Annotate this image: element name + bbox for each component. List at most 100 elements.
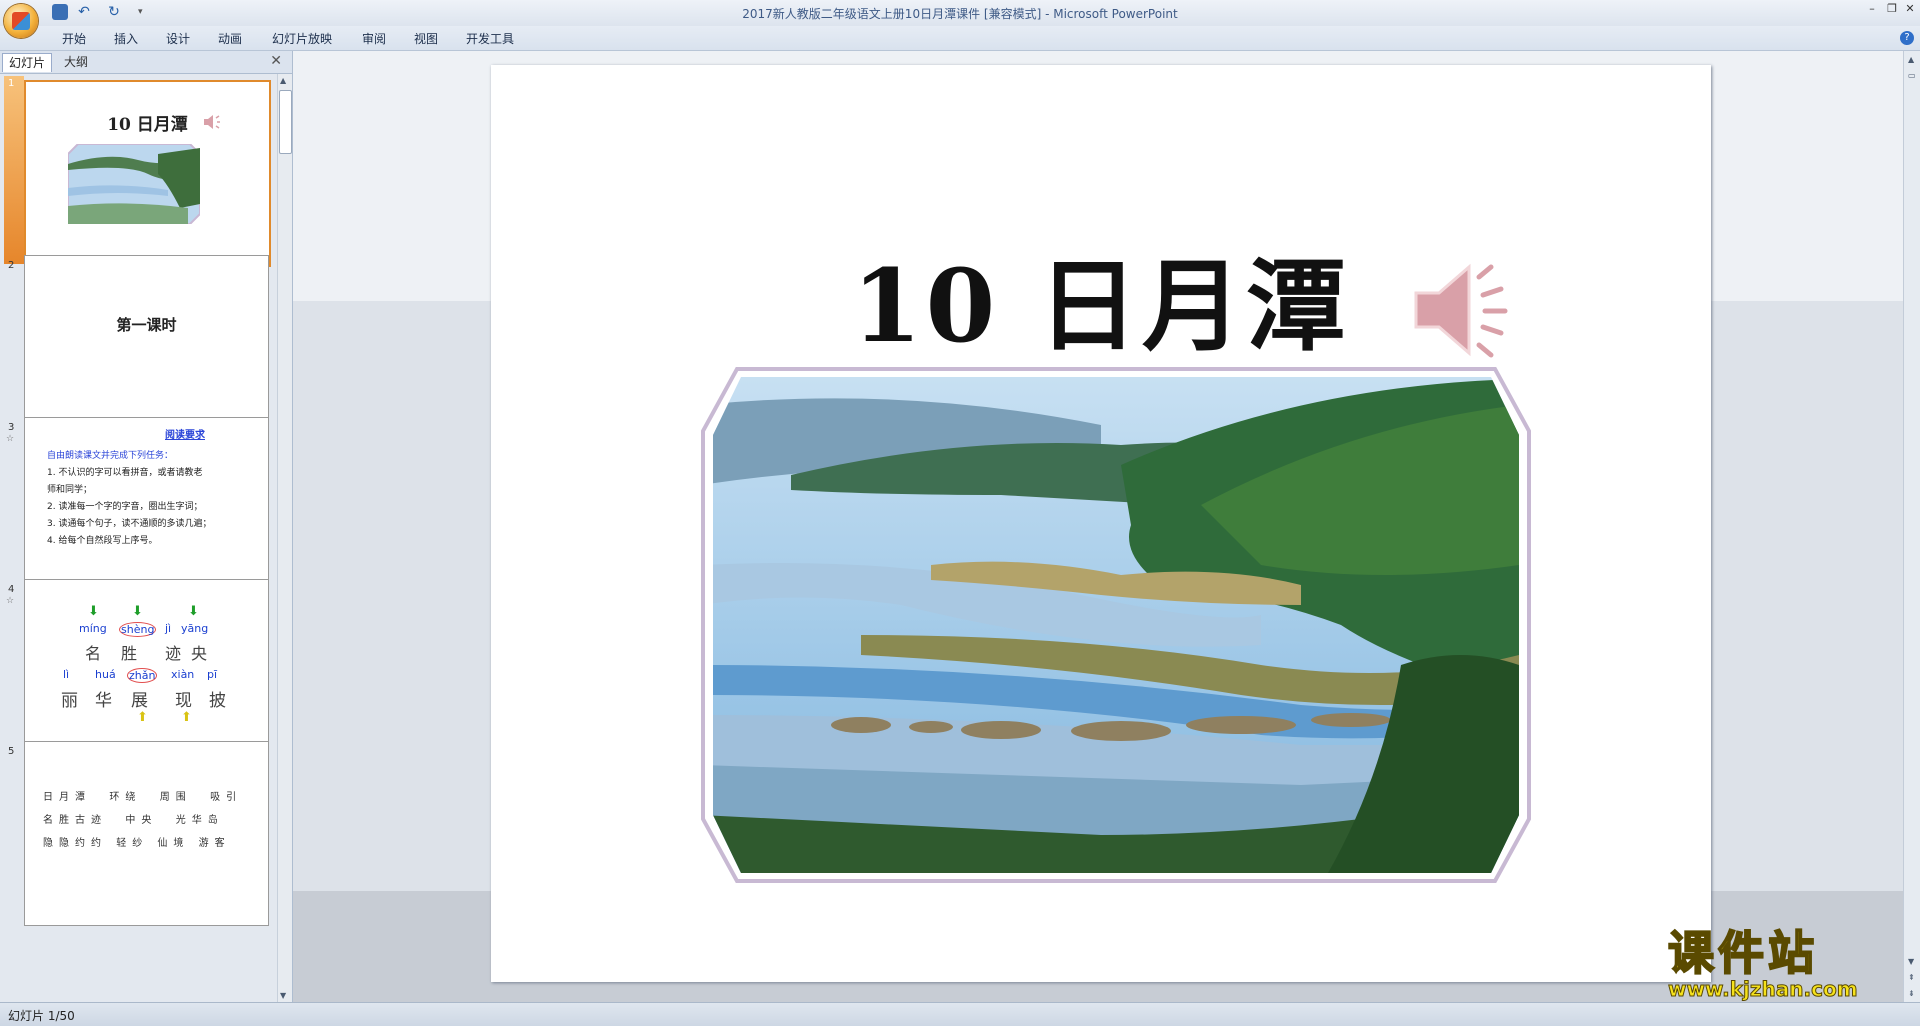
pinyin: míng <box>79 622 107 635</box>
office-logo-icon <box>12 12 30 30</box>
word-char: 约 <box>91 838 107 849</box>
slide-thumbnail-3[interactable]: 阅读要求 自由朗读课文并完成下列任务： 1. 不认识的字可以看拼音，或者请教老 … <box>24 417 269 602</box>
arrow-up-icon: ⬆ <box>181 710 192 725</box>
pinyin: yāng <box>181 622 209 635</box>
word-char: 中 <box>125 815 142 826</box>
ribbon-tabs: 开始 插入 设计 动画 幻灯片放映 审阅 视图 开发工具 ? <box>0 26 1920 51</box>
pinyin: pī <box>207 668 218 681</box>
slide-thumbnail-5[interactable]: 日月潭 环绕 周围 吸引 名胜古迹 中央 光华岛 隐隐约约 轻纱 仙境 游客 <box>24 741 269 926</box>
speaker-icon <box>204 115 220 129</box>
slide-counter: 幻灯片 1/50 <box>8 1009 75 1023</box>
tab-view[interactable]: 视图 <box>414 30 438 47</box>
tab-animation[interactable]: 动画 <box>218 30 242 47</box>
thumbnail-scrollbar[interactable]: ▲ ▼ <box>277 74 292 1002</box>
tab-outline[interactable]: 大纲 <box>58 53 94 71</box>
slide-number: 4 <box>8 584 15 595</box>
title-bar: ↶ ↻ ▾ 2017新人教版二年级语文上册10日月潭课件 [兼容模式] - Mi… <box>0 0 1920 38</box>
status-bar: 幻灯片 1/50 <box>0 1002 1920 1026</box>
word-char: 环 <box>109 792 126 803</box>
tab-slideshow[interactable]: 幻灯片放映 <box>272 30 332 47</box>
slide-number: 3 <box>8 422 15 433</box>
current-slide[interactable]: 10 日月潭 <box>491 65 1711 982</box>
word-char: 周 <box>159 792 176 803</box>
word-char: 绕 <box>125 792 142 803</box>
word-char: 纱 <box>132 838 149 849</box>
scroll-thumb[interactable] <box>279 90 292 154</box>
next-slide-icon[interactable]: ⇟ <box>1908 989 1915 998</box>
kjzhan-watermark: 课件站 www.kjzhan.com <box>1667 926 1900 1004</box>
pane-tabs: 幻灯片 大纲 ✕ <box>0 51 292 74</box>
thumb-line: 3. 读通每个句子，读不通顺的多读几遍； <box>47 519 212 529</box>
thumb-line: 师和同学； <box>47 485 93 495</box>
slide-thumbnail-2[interactable]: 第一课时 <box>24 255 269 440</box>
word-char: 央 <box>141 815 158 826</box>
slide-title[interactable]: 10 日月潭 <box>491 225 1711 370</box>
slide-number: 1 <box>8 78 15 89</box>
word-char: 潭 <box>75 792 91 803</box>
pinyin: jì <box>165 622 172 635</box>
scroll-up-icon[interactable]: ▲ <box>1908 55 1914 64</box>
watermark-url: www.kjzhan.com <box>1668 977 1859 1001</box>
office-button[interactable] <box>4 4 38 38</box>
word-char: 月 <box>59 792 75 803</box>
window-title: 2017新人教版二年级语文上册10日月潭课件 [兼容模式] - Microsof… <box>742 7 1178 21</box>
tab-review[interactable]: 审阅 <box>362 30 386 47</box>
animation-star-icon: ☆ <box>6 596 15 606</box>
slides-pane: 幻灯片 大纲 ✕ 1 10 日月潭 2 第一课时 3 ☆ 阅读要求 自由朗读课文… <box>0 51 293 1002</box>
slide-thumbnail-4[interactable]: ⬇ ⬇ ⬇ míng shèng jì yāng 名 胜 迹 央 lì huá … <box>24 579 269 764</box>
scroll-thumb-icon[interactable]: ▭ <box>1908 71 1916 80</box>
previous-slide-icon[interactable]: ⇞ <box>1908 973 1915 982</box>
word-char: 隐 <box>43 838 59 849</box>
maximize-button[interactable]: ❐ <box>1882 2 1902 16</box>
arrow-down-icon: ⬇ <box>88 604 99 619</box>
close-button[interactable]: ✕ <box>1900 2 1920 16</box>
word-char: 名 <box>43 815 59 826</box>
slide-number: 2 <box>8 260 15 271</box>
word-char: 游 <box>198 838 215 849</box>
watermark-title: 课件站 <box>1667 926 1818 980</box>
char: 华 <box>95 691 112 711</box>
thumb-line: 2. 读准每一个字的字音，圈出生字词； <box>47 502 203 512</box>
word-char: 轻 <box>116 838 133 849</box>
scroll-down-icon[interactable]: ▼ <box>280 991 286 1000</box>
word-char: 客 <box>214 838 231 849</box>
help-icon[interactable]: ? <box>1900 31 1914 45</box>
arrow-down-icon: ⬇ <box>188 604 199 619</box>
word-char: 吸 <box>210 792 227 803</box>
thumb-title: 第一课时 <box>116 316 177 334</box>
editor-scrollbar[interactable]: ▲ ▭ ▼ ⇞ ⇟ <box>1903 51 1920 1002</box>
tab-home[interactable]: 开始 <box>62 30 86 47</box>
speaker-icon[interactable] <box>1411 255 1521 365</box>
lake-photo-image[interactable] <box>701 365 1531 885</box>
tab-developer[interactable]: 开发工具 <box>466 30 514 47</box>
pinyin: huá <box>95 668 116 681</box>
char: 迹 <box>165 644 182 663</box>
slide-thumbnail-1[interactable]: 10 日月潭 <box>24 80 271 267</box>
thumb-heading: 阅读要求 <box>165 430 205 441</box>
word-char: 古 <box>75 815 91 826</box>
tab-slides[interactable]: 幻灯片 <box>2 53 53 72</box>
thumb-title: 10 日月潭 <box>107 115 188 135</box>
scroll-down-icon[interactable]: ▼ <box>1908 957 1914 966</box>
thumb-line: 4. 给每个自然段写上序号。 <box>47 536 158 546</box>
char: 胜 <box>121 644 138 663</box>
word-char: 胜 <box>59 815 75 826</box>
char: 央 <box>191 644 208 663</box>
arrow-up-icon: ⬆ <box>137 710 148 725</box>
close-pane-icon[interactable]: ✕ <box>270 53 282 69</box>
word-char: 约 <box>75 838 91 849</box>
word-char: 岛 <box>207 815 224 826</box>
tab-design[interactable]: 设计 <box>166 30 190 47</box>
minimize-button[interactable]: – <box>1862 2 1882 16</box>
animation-star-icon: ☆ <box>6 434 15 444</box>
selection-marker <box>4 76 24 264</box>
lake-thumbnail-image <box>68 144 200 224</box>
char: 披 <box>209 691 226 711</box>
scroll-up-icon[interactable]: ▲ <box>280 76 286 85</box>
pinyin: lì <box>63 668 70 681</box>
word-char: 仙 <box>157 838 174 849</box>
tab-insert[interactable]: 插入 <box>114 30 138 47</box>
pinyin: xiàn <box>171 668 195 681</box>
thumbnail-list: 1 10 日月潭 2 第一课时 3 ☆ 阅读要求 自由朗读课文并完成下列任务： … <box>0 74 276 1002</box>
pinyin: shèng <box>119 622 157 637</box>
